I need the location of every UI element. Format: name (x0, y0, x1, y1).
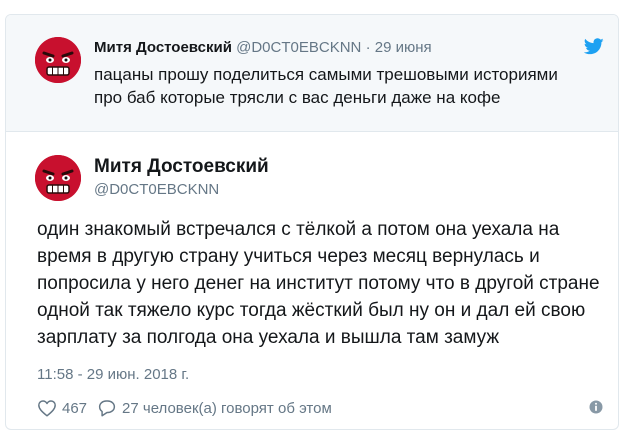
reply-button[interactable]: 27 человек(а) говорят об этом (97, 399, 332, 417)
tweet-text: один знакомый встречался с тёлкой а пото… (37, 219, 600, 348)
info-icon[interactable] (589, 400, 603, 419)
author-name[interactable]: Митя Достоевский (94, 156, 269, 178)
heart-icon (38, 400, 56, 417)
quoted-author-name[interactable]: Митя Достоевский (94, 39, 232, 56)
tweet-timestamp[interactable]: 11:58 - 29 июн. 2018 г. (37, 366, 189, 383)
quoted-author-handle[interactable]: @D0CT0EBCKNN (236, 39, 361, 56)
quoted-avatar[interactable] (35, 37, 81, 83)
quoted-header: Митя Достоевский @D0CT0EBCKNN · 29 июня (94, 39, 432, 56)
quoted-date[interactable]: 29 июня (375, 39, 432, 56)
author-avatar[interactable] (35, 155, 81, 201)
reply-count: 27 человек(а) говорят об этом (122, 399, 332, 417)
reply-bubble-icon (98, 400, 116, 417)
quoted-tweet[interactable]: Митя Достоевский @D0CT0EBCKNN · 29 июня … (6, 15, 618, 132)
like-button[interactable]: 467 (37, 399, 87, 417)
like-count: 467 (62, 399, 88, 417)
quoted-separator: · (365, 39, 371, 56)
twitter-bird-icon[interactable] (583, 38, 604, 60)
tweet-actions: 467 27 человек(а) говорят об этом (37, 399, 332, 417)
author-handle[interactable]: @D0CT0EBCKNN (94, 181, 219, 198)
quoted-tweet-text: пацаны прошу поделиться самыми трешовыми… (94, 65, 558, 107)
tweet-card: Митя Достоевский @D0CT0EBCKNN · 29 июня … (5, 14, 619, 430)
